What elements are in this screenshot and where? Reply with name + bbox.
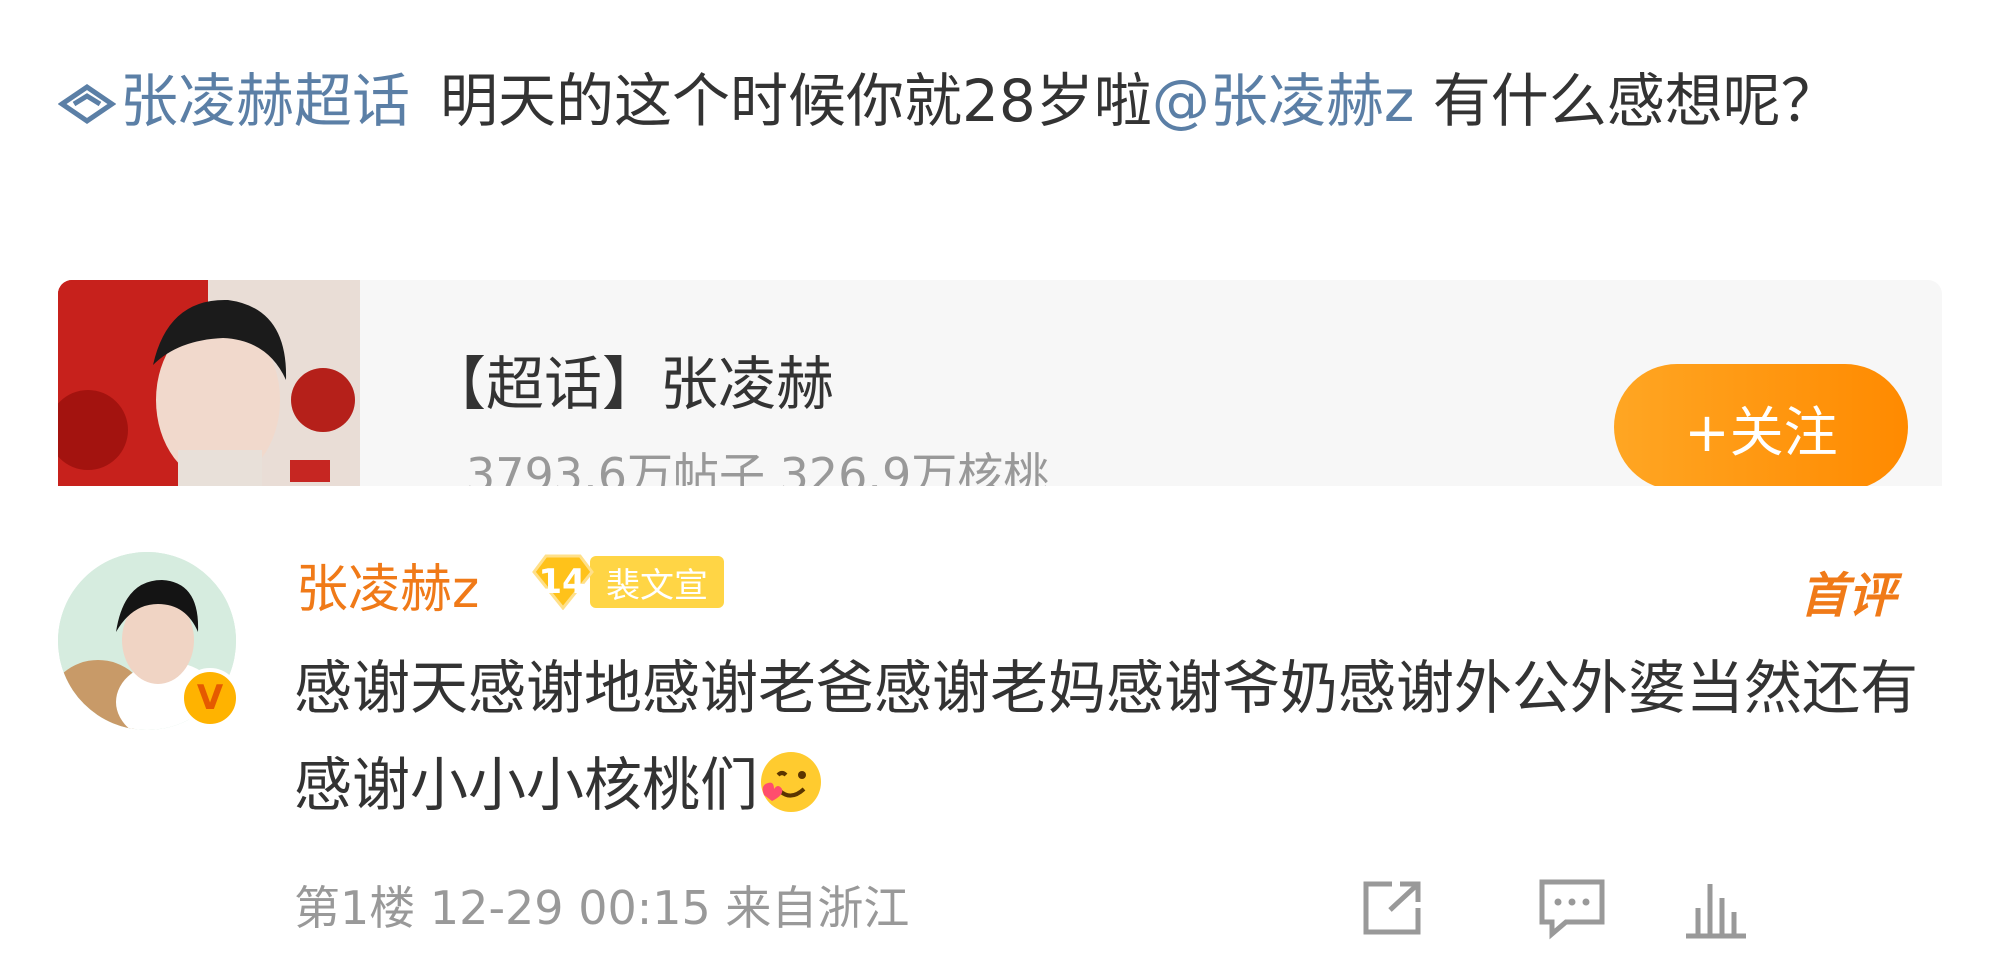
supertopic-diamond-icon	[58, 83, 116, 125]
comment-floor: 第1楼	[294, 881, 416, 935]
comment-body: 感谢天感谢地感谢老爸感谢老妈感谢爷奶感谢外公外婆当然还有感谢小小小核桃们	[294, 654, 1919, 819]
fan-level-badge[interactable]: 裴文宣 14	[528, 554, 724, 610]
supertopic-card-stats: 3793.6万帖子 326.9万核桃	[466, 448, 1050, 486]
supertopic-card-title: 【超话】张凌赫	[428, 350, 835, 418]
wink-heart-emoji-icon	[761, 752, 822, 812]
supertopic-cover-image	[58, 280, 360, 486]
follow-button[interactable]: +关注	[1614, 364, 1908, 486]
supertopic-link[interactable]: 张凌赫超话	[58, 67, 410, 135]
first-comment-badge: 首评	[1800, 568, 1897, 624]
post-body: 明天的这个时候你就28岁啦	[440, 67, 1152, 135]
supertopic-card[interactable]: 【超话】张凌赫 3793.6万帖子 326.9万核桃 +关注	[58, 280, 1942, 486]
supertopic-name[interactable]: 张凌赫超话	[120, 67, 410, 135]
comment-location: 来自浙江	[725, 881, 910, 935]
comment-text: 感谢天感谢地感谢老爸感谢老妈感谢爷奶感谢外公外婆当然还有感谢小小小核桃们	[294, 640, 1934, 834]
fan-badge-name: 裴文宣	[590, 556, 724, 608]
mention-link[interactable]: @张凌赫z	[1152, 67, 1414, 135]
comment-time: 12-29 00:15	[429, 881, 711, 935]
comment-username[interactable]: 张凌赫z	[296, 555, 479, 625]
post-body-end: 有什么感想呢？	[1414, 67, 1839, 135]
comment-meta: 第1楼 12-29 00:15 来自浙江	[294, 878, 909, 938]
fan-level-number: 14	[538, 562, 586, 602]
verified-v-icon: V	[180, 668, 240, 728]
post-text: 张凌赫超话 明天的这个时候你就28岁啦@张凌赫z 有什么感想呢？	[58, 52, 1938, 150]
share-icon[interactable]	[1356, 876, 1428, 940]
reply-icon[interactable]	[1536, 876, 1608, 940]
like-icon[interactable]	[1676, 876, 1756, 940]
